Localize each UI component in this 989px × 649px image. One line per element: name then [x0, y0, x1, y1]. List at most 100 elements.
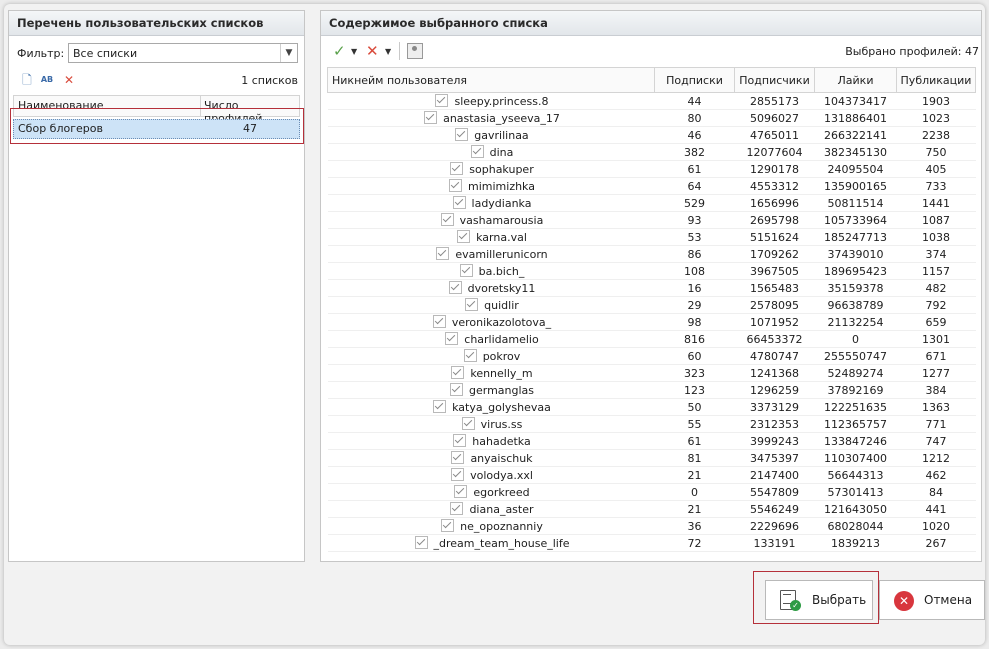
- followers-cell: 2855173: [734, 92, 815, 110]
- table-row[interactable]: kennelly_m 323 1241368 52489274 1277: [327, 364, 976, 382]
- column-header-posts[interactable]: Публикации: [896, 67, 976, 93]
- row-checkbox[interactable]: [461, 417, 475, 430]
- nickname-cell: volodya.xxl: [327, 466, 655, 484]
- followers-cell: 4553312: [734, 177, 815, 195]
- table-row[interactable]: sleepy.princess.8 44 2855173 104373417 1903: [327, 92, 976, 110]
- row-checkbox[interactable]: [449, 383, 463, 396]
- row-checkbox[interactable]: [445, 332, 459, 345]
- nickname-text: quidlir: [484, 299, 519, 312]
- profile-icon[interactable]: [407, 43, 423, 59]
- table-row[interactable]: gavrilinaa 46 4765011 266322141 2238: [327, 126, 976, 144]
- table-row[interactable]: _dream_team_house_life 72 133191 1839213 267: [327, 534, 976, 552]
- check-dropdown-icon[interactable]: ▼: [351, 47, 357, 56]
- nickname-cell: egorkreed: [327, 483, 655, 501]
- posts-cell: 441: [896, 500, 976, 518]
- likes-cell: 105733964: [814, 211, 897, 229]
- posts-cell: 747: [896, 432, 976, 450]
- list-contents-panel-title: Содержимое выбранного списка: [321, 11, 981, 36]
- uncheck-all-icon[interactable]: ✕: [366, 42, 379, 60]
- row-checkbox[interactable]: [435, 94, 449, 107]
- row-checkbox[interactable]: [448, 281, 462, 294]
- row-checkbox[interactable]: [441, 519, 455, 532]
- column-header-nickname[interactable]: Никнейм пользователя: [327, 67, 655, 93]
- table-row[interactable]: egorkreed 0 5547809 57301413 84: [327, 483, 976, 501]
- row-checkbox[interactable]: [451, 468, 465, 481]
- filter-dropdown[interactable]: Все списки ▼: [68, 43, 298, 63]
- table-row[interactable]: ladydianka 529 1656996 50811514 1441: [327, 194, 976, 212]
- check-all-icon[interactable]: ✓: [333, 42, 346, 60]
- row-checkbox[interactable]: [463, 349, 477, 362]
- likes-cell: 1839213: [814, 534, 897, 552]
- likes-cell: 135900165: [814, 177, 897, 195]
- uncheck-dropdown-icon[interactable]: ▼: [385, 47, 391, 56]
- row-checkbox[interactable]: [449, 179, 462, 192]
- following-cell: 29: [654, 296, 735, 314]
- table-row[interactable]: ne_opoznanniy 36 2229696 68028044 1020: [327, 517, 976, 535]
- table-row[interactable]: dina 382 12077604 382345130 750: [327, 143, 976, 161]
- table-row[interactable]: mimimizhka 64 4553312 135900165 733: [327, 177, 976, 195]
- following-cell: 80: [654, 109, 735, 127]
- table-row[interactable]: hahadetka 61 3999243 133847246 747: [327, 432, 976, 450]
- column-header-following[interactable]: Подписки: [654, 67, 735, 93]
- following-cell: 529: [654, 194, 735, 212]
- following-cell: 60: [654, 347, 735, 365]
- table-row[interactable]: volodya.xxl 21 2147400 56644313 462: [327, 466, 976, 484]
- table-row[interactable]: sophakuper 61 1290178 24095504 405: [327, 160, 976, 178]
- table-row[interactable]: virus.ss 55 2312353 112365757 771: [327, 415, 976, 433]
- row-checkbox[interactable]: [450, 502, 464, 515]
- row-checkbox[interactable]: [433, 400, 447, 413]
- row-checkbox[interactable]: [470, 145, 484, 158]
- row-checkbox[interactable]: [455, 128, 469, 141]
- following-cell: 61: [654, 160, 735, 178]
- chevron-down-icon[interactable]: ▼: [280, 44, 297, 62]
- row-checkbox[interactable]: [459, 264, 473, 277]
- table-row[interactable]: charlidamelio 816 66453372 0 1301: [327, 330, 976, 348]
- row-checkbox[interactable]: [424, 111, 438, 124]
- table-row[interactable]: karna.val 53 5151624 185247713 1038: [327, 228, 976, 246]
- delete-list-icon[interactable]: ✕: [61, 72, 77, 88]
- nickname-cell: anyaischuk: [327, 449, 655, 467]
- followers-cell: 1071952: [734, 313, 815, 331]
- table-row[interactable]: anastasia_yseeva_17 80 5096027 131886401 102…: [327, 109, 976, 127]
- table-row[interactable]: diana_aster 21 5546249 121643050 441: [327, 500, 976, 518]
- row-checkbox[interactable]: [451, 366, 465, 379]
- table-row[interactable]: katya_golyshevaa 50 3373129 122251635 1363: [327, 398, 976, 416]
- nickname-text: germanglas: [468, 384, 535, 397]
- following-cell: 53: [654, 228, 735, 246]
- column-header-followers[interactable]: Подписчики: [734, 67, 815, 93]
- row-checkbox[interactable]: [414, 536, 428, 549]
- rename-list-icon[interactable]: AB: [39, 72, 55, 88]
- row-checkbox[interactable]: [440, 213, 454, 226]
- nickname-text: evamillerunicorn: [455, 248, 548, 261]
- following-cell: 108: [654, 262, 735, 280]
- row-checkbox[interactable]: [436, 247, 450, 260]
- following-cell: 382: [654, 143, 735, 161]
- column-header-likes[interactable]: Лайки: [814, 67, 897, 93]
- table-row[interactable]: dvoretsky11 16 1565483 35159378 482: [327, 279, 976, 297]
- table-row[interactable]: pokrov 60 4780747 255550747 671: [327, 347, 976, 365]
- row-checkbox[interactable]: [457, 230, 471, 243]
- row-checkbox[interactable]: [454, 485, 468, 498]
- row-checkbox[interactable]: [451, 451, 465, 464]
- nickname-text: mimimizhka: [468, 180, 535, 193]
- table-row[interactable]: germanglas 123 1296259 37892169 384: [327, 381, 976, 399]
- row-checkbox[interactable]: [450, 162, 464, 175]
- row-checkbox[interactable]: [465, 298, 479, 311]
- nickname-cell: germanglas: [327, 381, 655, 399]
- cancel-button[interactable]: ✕ Отмена: [879, 580, 985, 620]
- table-row[interactable]: anyaischuk 81 3475397 110307400 1212: [327, 449, 976, 467]
- likes-cell: 35159378: [814, 279, 897, 297]
- table-row[interactable]: evamillerunicorn 86 1709262 37439010 374: [327, 245, 976, 263]
- new-list-icon[interactable]: 🗋: [19, 72, 35, 88]
- row-checkbox[interactable]: [432, 315, 446, 328]
- row-checkbox[interactable]: [453, 434, 467, 447]
- table-row[interactable]: ba.bich_ 108 3967505 189695423 1157: [327, 262, 976, 280]
- lists-toolbar: 🗋 AB ✕ 1 списков: [17, 71, 298, 91]
- following-cell: 46: [654, 126, 735, 144]
- table-row[interactable]: vashamarousia 93 2695798 105733964 1087: [327, 211, 976, 229]
- table-row[interactable]: quidlir 29 2578095 96638789 792: [327, 296, 976, 314]
- table-row[interactable]: veronikazolotova_ 98 1071952 21132254 659: [327, 313, 976, 331]
- row-checkbox[interactable]: [452, 196, 466, 209]
- select-button[interactable]: ✓ Выбрать: [765, 580, 873, 620]
- followers-cell: 3999243: [734, 432, 815, 450]
